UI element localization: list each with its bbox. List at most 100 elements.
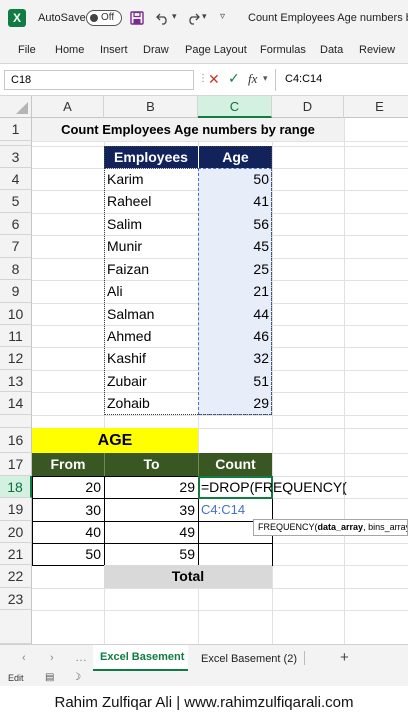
employee-age[interactable]: 45 <box>198 235 272 258</box>
row-header[interactable]: 17 <box>0 453 32 476</box>
employee-age[interactable]: 51 <box>198 370 272 392</box>
tab-draw[interactable]: Draw <box>143 44 169 56</box>
row-header[interactable]: 12 <box>0 347 32 370</box>
gridline <box>32 141 408 142</box>
add-sheet-button[interactable]: + <box>340 649 349 666</box>
tab-insert[interactable]: Insert <box>100 44 128 56</box>
row-header[interactable]: 11 <box>0 325 32 347</box>
sheet-tabs-bar: ‹ › … Excel Basement Excel Basement (2) … <box>0 644 408 672</box>
formula-in-cell[interactable]: =DROP(FREQUENCY( <box>201 476 347 498</box>
name-box-value: C18 <box>11 74 32 86</box>
column-header-b[interactable]: B <box>104 96 198 118</box>
from-value[interactable]: 40 <box>32 521 105 544</box>
count-cell[interactable] <box>198 543 273 566</box>
row-header[interactable]: 23 <box>0 588 32 610</box>
function-tooltip[interactable]: FREQUENCY(data_array, bins_array) <box>253 519 408 536</box>
row-header[interactable]: 3 <box>0 146 32 168</box>
to-value[interactable]: 59 <box>104 543 199 566</box>
row-header[interactable]: 1 <box>0 118 32 141</box>
to-value[interactable]: 39 <box>104 498 199 522</box>
gridline <box>32 610 408 611</box>
tab-review[interactable]: Review <box>359 44 395 56</box>
row-header[interactable]: 13 <box>0 370 32 392</box>
save-icon[interactable] <box>130 11 144 25</box>
sheet-title[interactable]: Count Employees Age numbers by range <box>32 118 344 141</box>
undo-dropdown-icon[interactable]: ▾ <box>172 12 177 21</box>
row-header[interactable]: 16 <box>0 428 32 453</box>
formula-content[interactable]: C4:C14 <box>285 73 322 85</box>
column-header-a[interactable]: A <box>32 96 104 118</box>
to-value[interactable]: 49 <box>104 521 199 544</box>
select-all-corner[interactable] <box>0 96 32 118</box>
tooltip-current-arg: data_array <box>317 522 364 532</box>
formula-separator <box>275 69 276 91</box>
formula-bar-dots-icon: ⋮ <box>198 73 208 84</box>
excel-window: X AutoSave Off ▾ ▾ ▿ Count Employees Age… <box>0 0 408 720</box>
employee-age[interactable]: 21 <box>198 280 272 303</box>
age-header[interactable]: Age <box>198 146 272 168</box>
employee-age[interactable]: 29 <box>198 392 272 415</box>
row-header[interactable]: 5 <box>0 190 32 213</box>
tab-home[interactable]: Home <box>55 44 84 56</box>
employee-age[interactable]: 25 <box>198 258 272 280</box>
to-value[interactable]: 29 <box>104 476 199 499</box>
redo-dropdown-icon[interactable]: ▾ <box>202 12 207 21</box>
name-box[interactable]: C18 <box>4 70 194 90</box>
row-header[interactable]: 8 <box>0 258 32 280</box>
column-header-c[interactable]: C <box>198 96 272 118</box>
row-header[interactable]: 21 <box>0 543 32 565</box>
fx-dropdown-icon[interactable]: ▾ <box>263 73 268 84</box>
text-cursor-icon: ⌈ <box>342 481 348 496</box>
row-header[interactable]: 10 <box>0 303 32 325</box>
sheet-next-icon[interactable]: › <box>50 653 54 664</box>
macro-icon[interactable]: ▤ <box>45 672 54 683</box>
tab-data[interactable]: Data <box>320 44 343 56</box>
row-header[interactable]: 22 <box>0 565 32 588</box>
customize-icon[interactable]: ▿ <box>220 12 225 22</box>
total-label[interactable]: Total <box>104 565 272 588</box>
sheet-tab-active[interactable]: Excel Basement <box>93 645 188 671</box>
tab-file[interactable]: File <box>18 44 36 56</box>
to-header[interactable]: To <box>104 453 198 476</box>
employee-age[interactable]: 50 <box>198 168 272 190</box>
count-header[interactable]: Count <box>198 453 272 476</box>
sheet-tab[interactable]: Excel Basement (2) <box>201 653 297 665</box>
column-header-d[interactable]: D <box>272 96 344 118</box>
insert-function-icon[interactable]: fx <box>248 71 257 87</box>
tab-formulas[interactable]: Formulas <box>260 44 306 56</box>
employee-age[interactable]: 41 <box>198 190 272 213</box>
sheet-list-icon[interactable]: … <box>75 651 87 663</box>
row-header[interactable]: 7 <box>0 235 32 258</box>
employee-age[interactable]: 56 <box>198 213 272 235</box>
employee-age[interactable]: 46 <box>198 325 272 347</box>
from-value[interactable]: 50 <box>32 543 105 566</box>
sheet-prev-icon[interactable]: ‹ <box>22 653 26 664</box>
undo-icon[interactable] <box>156 11 170 25</box>
employee-age[interactable]: 44 <box>198 303 272 325</box>
row-header[interactable]: 9 <box>0 280 32 303</box>
column-header-e[interactable]: E <box>344 96 408 118</box>
status-bar: Edit ▤ ☽ <box>0 672 408 686</box>
age-table-title[interactable]: AGE <box>32 428 198 453</box>
from-value[interactable]: 20 <box>32 476 105 499</box>
autosave-toggle[interactable]: Off <box>86 10 122 26</box>
row-header[interactable]: 19 <box>0 498 32 521</box>
from-header[interactable]: From <box>32 453 104 476</box>
document-title: Count Employees Age numbers by ra <box>248 12 408 24</box>
worksheet-grid[interactable]: A B C D E 1 2 3 <box>0 96 408 644</box>
row-header[interactable]: 20 <box>0 521 32 543</box>
row-header-selected[interactable]: 18 <box>0 476 32 498</box>
from-value[interactable]: 30 <box>32 498 105 522</box>
redo-icon[interactable] <box>186 11 200 25</box>
employee-age[interactable]: 32 <box>198 347 272 370</box>
row-header[interactable]: 15 <box>0 415 32 428</box>
employees-header[interactable]: Employees <box>104 146 198 168</box>
cancel-icon[interactable]: ✕ <box>208 71 220 88</box>
row-header[interactable]: 6 <box>0 213 32 235</box>
range-reference-text[interactable]: C4:C14 <box>201 499 245 521</box>
row-header[interactable]: 14 <box>0 392 32 415</box>
accessibility-icon[interactable]: ☽ <box>72 672 81 683</box>
enter-icon[interactable]: ✓ <box>228 70 240 87</box>
tab-page-layout[interactable]: Page Layout <box>185 44 247 56</box>
row-header[interactable]: 4 <box>0 168 32 190</box>
